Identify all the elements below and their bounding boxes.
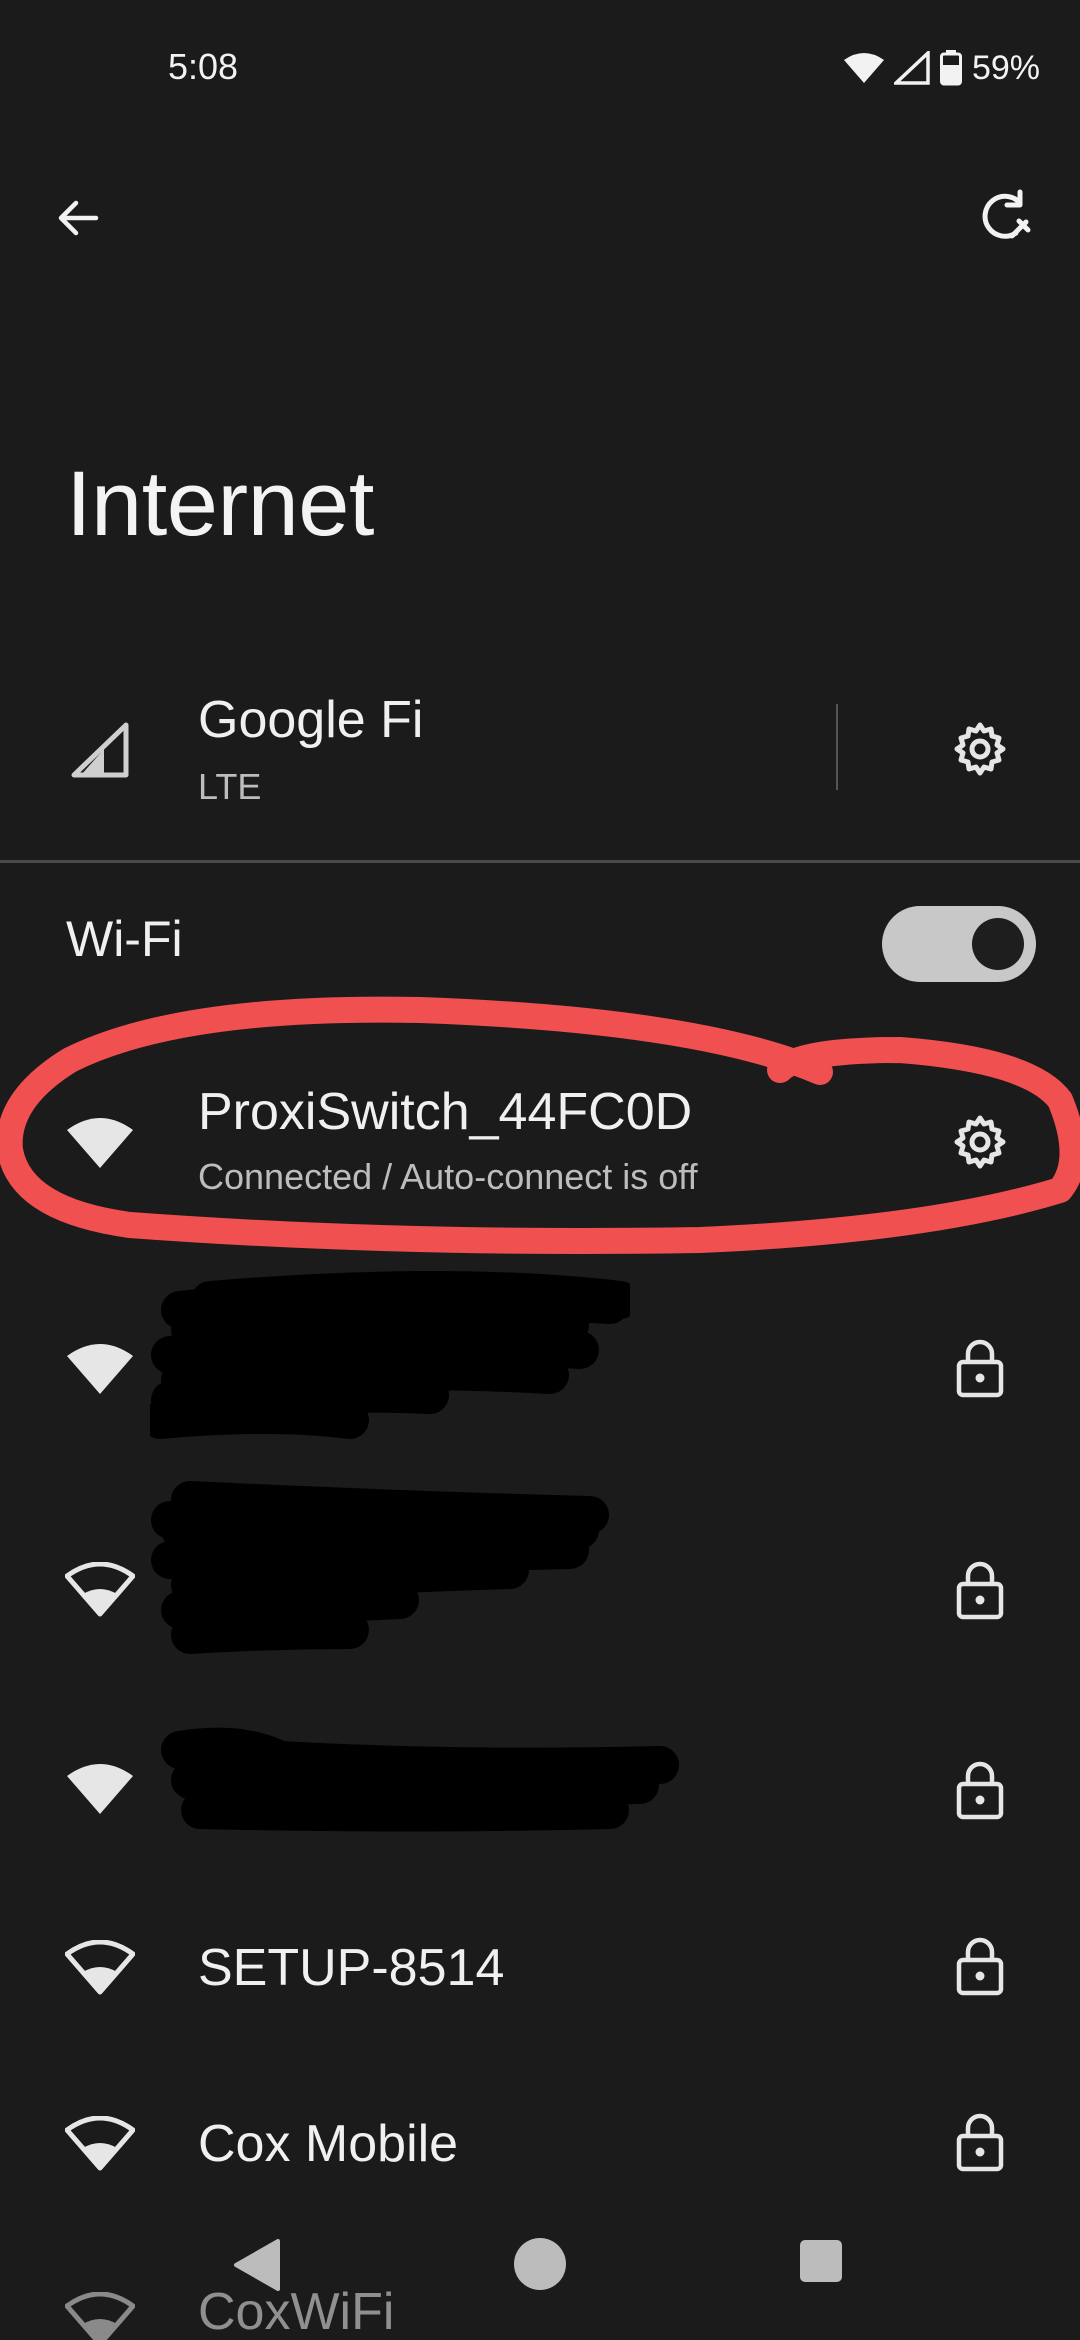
arrow-back-icon (58, 200, 99, 236)
page-title: Internet (66, 453, 374, 555)
wifi-toggle-knob (972, 918, 1024, 970)
status-icons: 59% (843, 46, 1040, 90)
gear-icon (954, 1115, 1006, 1169)
wifi-partial-icon (62, 2106, 138, 2182)
lock-icon (942, 1330, 1018, 1406)
nav-recents-button[interactable] (800, 2240, 842, 2282)
status-time: 5:08 (168, 46, 239, 87)
section-divider (0, 860, 1080, 863)
network-reset-icon (982, 189, 1031, 239)
back-button[interactable] (40, 180, 116, 256)
wifi-label: Wi-Fi (66, 911, 183, 967)
lock-icon (942, 1752, 1018, 1828)
network-row[interactable]: SETUP-8514 (0, 1910, 1080, 2030)
wifi-full-icon (62, 1752, 138, 1828)
wifi-status-icon (843, 52, 884, 84)
nav-back-icon[interactable] (232, 2238, 282, 2292)
cell-signal-status-icon (893, 51, 930, 85)
network-row[interactable] (0, 1310, 1080, 1430)
network-name: SETUP-8514 (198, 1939, 505, 1997)
wifi-full-icon (62, 1106, 138, 1182)
mobile-network-type: LTE (198, 766, 262, 807)
network-row[interactable] (0, 1730, 1080, 1850)
lock-icon (942, 2104, 1018, 2180)
network-name: Cox Mobile (198, 2115, 459, 2173)
lock-icon (942, 1552, 1018, 1628)
network-row[interactable]: Cox Mobile (0, 2086, 1080, 2206)
vertical-divider (836, 704, 838, 790)
cell-signal-icon (62, 712, 138, 788)
wifi-partial-icon (62, 1930, 138, 2006)
network-reset-button[interactable] (968, 180, 1044, 256)
gear-icon (954, 722, 1006, 776)
internet-settings-screen: 5:08 59% Internet Google Fi LTE Wi-Fi Pr… (0, 0, 1080, 2340)
system-navigation-bar (0, 2220, 1080, 2340)
network-status: Connected / Auto-connect is off (198, 1156, 698, 1197)
battery-icon (939, 50, 962, 86)
nav-home-button[interactable] (514, 2238, 566, 2290)
battery-percent: 59% (971, 48, 1040, 87)
lock-icon (942, 1928, 1018, 2004)
wifi-partial-icon (62, 1552, 138, 1628)
network-name: ProxiSwitch_44FC0D (198, 1083, 693, 1141)
network-row[interactable]: ProxiSwitch_44FC0D Connected / Auto-conn… (0, 1070, 1080, 1220)
wifi-toggle[interactable] (882, 906, 1036, 982)
wifi-full-icon (62, 1332, 138, 1408)
mobile-network-settings-button[interactable] (942, 711, 1018, 787)
mobile-network-name: Google Fi (198, 691, 424, 749)
mobile-network-row[interactable]: Google Fi LTE (0, 680, 1080, 820)
network-settings-button[interactable] (942, 1104, 1018, 1180)
network-row[interactable] (0, 1530, 1080, 1650)
